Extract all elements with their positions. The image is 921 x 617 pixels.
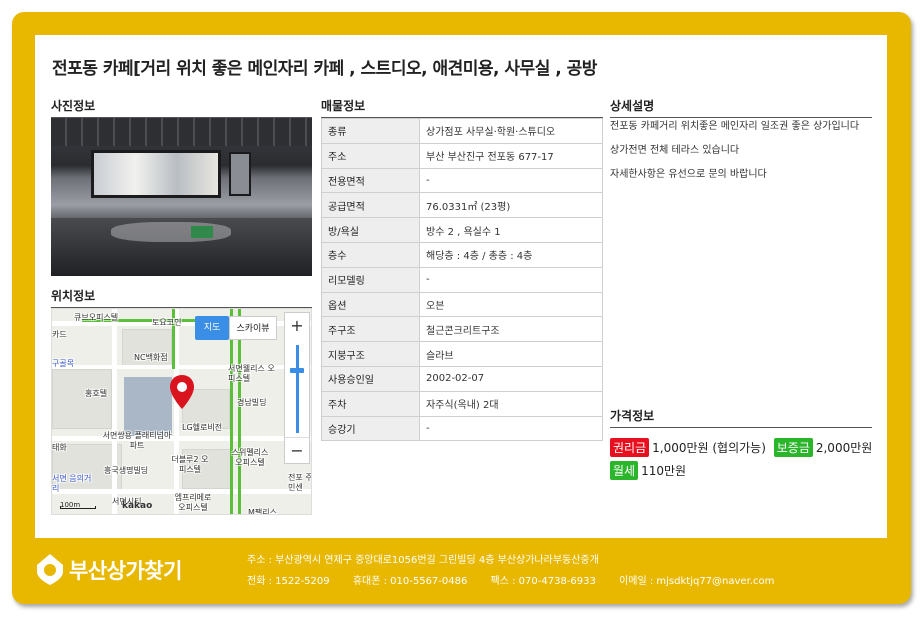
map-view-button[interactable]: 지도 (195, 316, 229, 340)
property-row: 승강기 - (321, 415, 603, 442)
listing-panel: 전포동 카페[거리 위치 좋은 메인자리 카페 , 스트디오, 애견미용, 사무… (35, 35, 887, 538)
footer-mobile: 휴대폰 : 010-5567-0486 (352, 576, 468, 587)
location-map[interactable]: 큐브오피스텔 토요코인 카드 NC백화점 구골목 홍호텔 서면웰리스 오피스텔 … (51, 308, 312, 515)
location-marker-icon[interactable] (169, 374, 195, 410)
map-label: 태화 (52, 443, 67, 452)
property-value: 부산 부산진구 전포동 677-17 (419, 142, 603, 169)
map-label: 더블루2 오피스텔 (171, 455, 209, 474)
property-row: 지붕구조 슬라브 (321, 341, 603, 367)
property-row: 층수 해당층 : 4층 / 총층 : 4층 (321, 241, 603, 268)
property-key: 사용승인일 (321, 365, 420, 392)
deposit-badge: 보증금 (773, 438, 813, 457)
property-row: 주차 자주식(옥내) 2대 (321, 390, 603, 417)
property-value: 방수 2 , 욕실수 1 (419, 217, 603, 243)
property-row: 종류 상가점포 사무실·학원·스튜디오 (321, 118, 603, 144)
section-location: 위치정보 (51, 287, 312, 308)
monthly-badge: 월세 (610, 461, 639, 480)
property-row: 전용면적 - (321, 167, 603, 194)
property-key: 옵션 (321, 291, 420, 318)
map-label: 구골목 (52, 359, 75, 368)
section-detail: 상세설명 (610, 97, 872, 118)
property-row: 방/욕실 방수 2 , 욕실수 1 (321, 217, 603, 243)
property-key: 주차 (321, 390, 420, 417)
description-line: 자세한사항은 유선으로 문의 바랍니다 (610, 169, 767, 180)
zoom-slider-handle[interactable] (290, 368, 304, 373)
property-key: 공급면적 (321, 192, 420, 219)
map-scale-bar (60, 506, 96, 509)
map-label: 스위펠리스 오피스텔 (231, 448, 269, 467)
page-title: 전포동 카페[거리 위치 좋은 메인자리 카페 , 스트디오, 애견미용, 사무… (52, 59, 597, 79)
property-value: 해당층 : 4층 / 총층 : 4층 (419, 241, 603, 268)
property-value: 오븐 (419, 291, 603, 318)
price-row-1: 권리금 1,000만원 (협의가능) 보증금 2,000만원 (610, 438, 872, 457)
map-label: 엠프리메로 오피스텔 (174, 493, 212, 512)
description-line: 상가전면 전체 테라스 있습니다 (610, 145, 740, 156)
map-label: 서면 음의거리 (52, 474, 92, 493)
price-row-2: 월세 110만원 (610, 461, 686, 480)
map-label: 경남빌딩 (237, 398, 267, 407)
property-key: 층수 (321, 241, 420, 268)
zoom-control[interactable]: + − (284, 312, 310, 464)
description-line: 전포동 카페거리 위치좋은 메인자리 일조권 좋은 상가입니다 (610, 121, 860, 132)
property-value: 2002-02-07 (419, 365, 603, 392)
footer-contact: 전화 : 1522-5209 휴대폰 : 010-5567-0486 팩스 : … (247, 572, 794, 587)
property-value: 자주식(옥내) 2대 (419, 390, 603, 417)
property-row: 주구조 철근콘크리트구조 (321, 316, 603, 343)
deposit-value: 2,000만원 (815, 441, 873, 455)
map-label: 흥국생명빌딩 (104, 466, 149, 475)
description: 전포동 카페거리 위치좋은 메인자리 일조권 좋은 상가입니다 상가전면 전체 … (610, 119, 872, 191)
zoom-out-button[interactable]: − (285, 437, 309, 463)
property-key: 리모델링 (321, 266, 420, 293)
section-photo: 사진정보 (51, 97, 312, 118)
map-label: 홍호텔 (85, 389, 108, 398)
kakao-logo: kakao (122, 501, 153, 511)
property-key: 종류 (321, 118, 420, 144)
property-value: 76.0331㎡ (23평) (419, 192, 603, 219)
property-value: - (419, 415, 603, 442)
premium-value: 1,000만원 (협의가능) (652, 441, 766, 455)
section-price: 가격정보 (610, 407, 872, 428)
map-label: 큐브오피스텔 (74, 313, 119, 322)
property-key: 방/욕실 (321, 217, 420, 243)
house-pin-icon (37, 554, 63, 585)
property-key: 전용면적 (321, 167, 420, 194)
skyview-button[interactable]: 스카이뷰 (229, 316, 277, 340)
property-row: 옵션 오븐 (321, 291, 603, 318)
property-value: 상가점포 사무실·학원·스튜디오 (419, 118, 603, 144)
property-value: 슬라브 (419, 341, 603, 367)
property-row: 리모델링 - (321, 266, 603, 293)
property-value: 철근콘크리트구조 (419, 316, 603, 343)
property-value: - (419, 266, 603, 293)
footer-address: 주소 : 부산광역시 연제구 중앙대로1056번길 그린빌딩 4층 부산상가나라… (247, 555, 599, 566)
map-label: M팰리스 (248, 508, 277, 515)
map-label: NC백화점 (134, 353, 168, 362)
footer-phone: 전화 : 1522-5209 (247, 576, 330, 587)
map-label: 서면쌍용 플래티넘아파트 (102, 431, 172, 450)
brand-logo[interactable]: 부산상가찾기 (35, 548, 215, 588)
property-value: - (419, 167, 603, 194)
section-property: 매물정보 (321, 97, 603, 118)
property-row: 주소 부산 부산진구 전포동 677-17 (321, 142, 603, 169)
map-label: 토요코인 (152, 318, 182, 327)
property-key: 지붕구조 (321, 341, 420, 367)
footer-email: 이메일 : mjsdktjq77@naver.com (619, 576, 775, 587)
map-label: 서면웰리스 오피스텔 (228, 364, 275, 383)
map-label: 카드 (52, 330, 67, 339)
map-label: LG헬로비전 (182, 423, 223, 432)
property-row: 사용승인일 2002-02-07 (321, 365, 603, 392)
property-key: 승강기 (321, 415, 420, 442)
property-row: 공급면적 76.0331㎡ (23평) (321, 192, 603, 219)
property-photo[interactable] (51, 118, 312, 276)
premium-badge: 권리금 (610, 438, 650, 457)
property-table: 종류 상가점포 사무실·학원·스튜디오 주소 부산 부산진구 전포동 677-17 전용… (321, 118, 603, 442)
property-key: 주구조 (321, 316, 420, 343)
property-key: 주소 (321, 142, 420, 169)
zoom-in-button[interactable]: + (285, 313, 309, 339)
brand-name: 부산상가찾기 (69, 559, 182, 583)
zoom-slider[interactable] (296, 345, 299, 433)
footer-fax: 팩스 : 070-4738-6933 (490, 576, 596, 587)
monthly-value: 110만원 (641, 464, 687, 478)
map-label: 전포 주민센 (288, 473, 312, 492)
